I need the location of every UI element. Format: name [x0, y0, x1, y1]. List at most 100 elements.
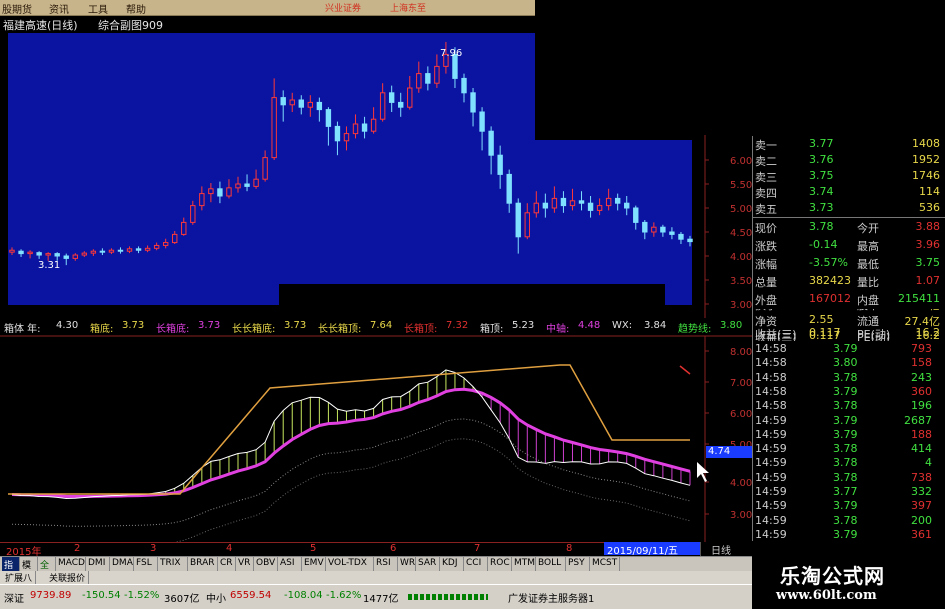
trade-time: 14:59: [755, 456, 787, 470]
indicator-tab[interactable]: DMI: [86, 557, 110, 571]
trade-price: 3.77: [833, 485, 858, 498]
trade-volume: 738: [911, 470, 932, 484]
low-price-label: 3.31: [38, 260, 60, 271]
indicator-tab[interactable]: DMA: [110, 557, 134, 571]
stat-value: 167012: [809, 292, 851, 305]
quote-separator: [753, 217, 945, 218]
trade-ticks-panel: 14:58 3.79 793 14:58 3.80 158 14:58 3.78 243 14:5…: [752, 341, 945, 541]
candle-body: [199, 193, 205, 207]
legend-value: 3.84: [644, 320, 667, 331]
candle-body: [388, 92, 395, 103]
candle-body: [488, 130, 494, 156]
indicator-tab[interactable]: EMV: [302, 557, 326, 571]
legend-value: 3.73: [122, 320, 145, 331]
trade-price: 3.79: [833, 527, 858, 541]
menu-broker-red-1: 兴业证券: [325, 4, 362, 14]
indicator-tab[interactable]: VR: [236, 557, 254, 571]
trade-volume: 361: [911, 527, 932, 541]
candle-body: [669, 231, 675, 235]
candle-body: [135, 248, 142, 251]
high-price-label: 7.96: [440, 48, 462, 59]
indicator-tab[interactable]: BOLL: [536, 557, 566, 571]
indicator-tab[interactable]: OBV: [254, 557, 278, 571]
menu-item-tools[interactable]: 工具: [88, 1, 108, 16]
upper-axis-label: 3.50: [730, 276, 752, 287]
ask-label: 卖五: [755, 203, 777, 216]
ask-row: 卖二 3.76 1952: [753, 152, 945, 168]
sz-index-change: -150.54: [82, 590, 121, 601]
indicator-tab[interactable]: ASI: [278, 557, 302, 571]
stat-value-2: 3.88: [915, 220, 941, 233]
candle-body: [244, 183, 250, 187]
indicator-tab[interactable]: 模板: [20, 557, 38, 584]
indicator-tab[interactable]: MACD: [56, 557, 86, 571]
candle-body: [370, 118, 377, 132]
candle-body: [569, 200, 576, 207]
indicator-tab[interactable]: TRIX: [158, 557, 188, 571]
indicator-title: 综合副图909: [98, 19, 163, 32]
current-date-badge: 2015/09/11/五: [604, 542, 700, 557]
candle-body: [334, 125, 341, 142]
indicator-tab[interactable]: 指标: [2, 557, 20, 584]
ask-volume: 114: [919, 185, 940, 198]
candle-body: [289, 99, 295, 106]
stat-value: 0.117: [809, 326, 841, 339]
candle-body: [515, 202, 521, 238]
related-quote-tab[interactable]: 关联报价: [46, 571, 90, 584]
ask-label: 卖二: [755, 155, 777, 168]
ask-price: 3.75: [809, 169, 834, 182]
candle-body: [497, 154, 503, 175]
indicator-tab[interactable]: CCI: [464, 557, 488, 571]
watermark: 乐淘公式网 www.60lt.com: [752, 556, 945, 609]
stat-label-2: 内盘: [857, 294, 879, 307]
indicator-legend: 箱体 年: 4.30 箱底: 3.73 长箱底: 3.73 长长箱底: 3.73 长长箱顶: 7.…: [0, 318, 742, 335]
ask-row: 卖一 3.77 1408: [753, 136, 945, 152]
menu-item-news[interactable]: 资讯: [49, 1, 69, 16]
indicator-tab[interactable]: BRAR: [188, 557, 218, 571]
candle-body: [307, 101, 314, 108]
upper-axis-label: 4.00: [730, 252, 752, 263]
indicator-tab[interactable]: WR: [398, 557, 416, 571]
candle-body: [642, 221, 648, 233]
trade-price: 3.79: [833, 413, 858, 427]
indicator-tab[interactable]: CR: [218, 557, 236, 571]
candle-body: [235, 183, 241, 189]
trade-volume: 243: [911, 370, 932, 384]
candle-body: [533, 202, 540, 214]
trade-price: 3.79: [833, 384, 858, 398]
trade-row: 14:59 3.79 361: [753, 527, 945, 544]
stat-value: -0.14: [809, 238, 838, 251]
indicator-tab[interactable]: RSI: [374, 557, 398, 571]
legend-label: 长长箱顶:: [318, 324, 362, 335]
trade-price: 3.80: [833, 356, 858, 370]
indicator-tab[interactable]: KDJ: [440, 557, 464, 571]
stat-row-pe: 收益(三) 0.117 PE(动) 16.2: [752, 325, 945, 341]
ask-price: 3.73: [809, 201, 834, 214]
indicator-tab[interactable]: SAR: [416, 557, 440, 571]
candle-body: [660, 226, 666, 233]
indicator-tab[interactable]: MCST: [590, 557, 620, 571]
stat-label: 总量: [755, 276, 777, 289]
stat-label: 现价: [755, 222, 777, 235]
menu-item-help[interactable]: 帮助: [126, 1, 146, 16]
indicator-tab[interactable]: ROC: [488, 557, 512, 571]
candle-body: [36, 252, 42, 256]
indicator-tab[interactable]: VOL-TDX: [326, 557, 374, 571]
expand-row: 扩展八 关联报价: [0, 571, 752, 584]
legend-label: 中轴:: [546, 324, 570, 335]
indicator-tab[interactable]: FSL: [134, 557, 158, 571]
indicator-tab[interactable]: MTM: [512, 557, 536, 571]
expand-tab-8[interactable]: 扩展八: [2, 571, 37, 584]
ask-row: 卖四 3.74 114: [753, 184, 945, 200]
indicator-tab[interactable]: 全部: [38, 557, 56, 584]
trade-price: 3.79: [833, 427, 858, 441]
trade-time: 14:59: [755, 527, 787, 541]
period-label[interactable]: 日线: [700, 542, 752, 557]
candle-body: [343, 133, 350, 142]
candle-body: [416, 73, 422, 89]
stat-value-2: 3.96: [915, 238, 941, 251]
candle-body: [108, 249, 115, 253]
stat-row: 涨幅 -3.57% 最低 3.75: [753, 255, 945, 271]
menu-item-futures[interactable]: 股期货: [2, 1, 32, 16]
indicator-tab[interactable]: PSY: [566, 557, 590, 571]
